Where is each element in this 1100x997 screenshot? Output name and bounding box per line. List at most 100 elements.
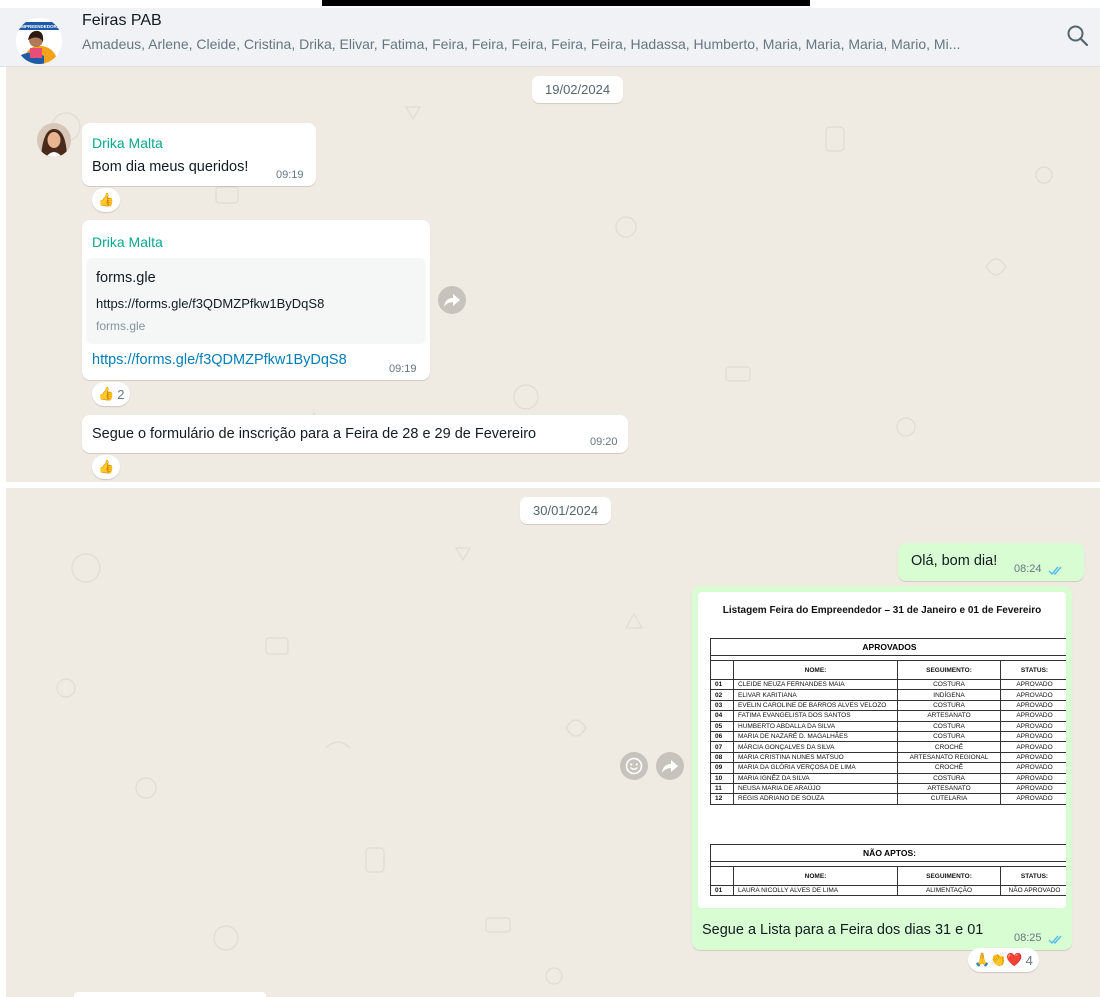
row-number: 12 [710,793,734,805]
approved-section-title: APROVADOS [710,638,1066,656]
row-name: FATIMA EVANGELISTA DOS SANTOS [733,710,898,722]
row-status: APROVADO [1000,699,1066,712]
row-segment: INDÍGENA [897,689,1001,701]
row-number: 08 [710,751,734,764]
chat-panel-2: 30/01/2024 Olá, bom dia! 08:24 Listagem … [6,488,1100,997]
table-row: 12 REGIS ADRIANO DE SOUZA CUTELARIA APROVAD… [710,793,1066,805]
row-status: APROVADO [1000,678,1066,691]
redacted-bar [322,0,810,6]
message-time: 08:25 [1014,932,1042,944]
image-message-bubble[interactable]: Listagem Feira do Empreendedor – 31 de J… [692,586,1072,950]
row-number: 07 [710,741,734,753]
row-status: APROVADO [1000,782,1066,795]
shared-document-image[interactable]: Listagem Feira do Empreendedor – 31 de J… [698,592,1066,908]
group-title[interactable]: Feiras PAB [82,12,162,30]
row-segment: COSTURA [897,730,1001,743]
sender-name[interactable]: Drika Malta [92,234,163,250]
message-bubble[interactable]: Drika Malta forms.gle https://forms.gle/… [82,220,430,380]
table-row: 09 MARIA DA GLÓRIA VERÇOSA DE LIMA CROCHÊ A… [710,762,1066,774]
row-name: NEUSA MARIA DE ARAÚJO [733,782,898,795]
row-segment: ARTESANATO [897,782,1001,795]
table-row: 06 MARIA DE NAZARÉ D. MAGALHÃES COSTURA APR… [710,730,1066,743]
link-preview[interactable]: forms.gle https://forms.gle/f3QDMZPfkw1B… [86,258,426,344]
row-status: APROVADO [1000,772,1066,784]
row-segment: COSTURA [897,678,1001,691]
document-title: Listagem Feira do Empreendedor – 31 de J… [722,605,1042,616]
row-segment: ALIMENTAÇÃO [897,884,1001,897]
message-time: 08:24 [1014,563,1042,575]
thumbs-up-icon: 👍 [98,192,115,207]
forward-icon[interactable] [438,286,466,314]
row-number: 06 [710,730,734,743]
reaction-badge[interactable]: 👍 2 [92,382,131,406]
not-approved-section-title: NÃO APTOS: [710,844,1066,862]
row-status: APROVADO [1000,741,1066,753]
read-receipt-icon [1048,932,1064,950]
emoji-reaction-icon[interactable] [620,752,648,780]
column-header: SEGUIMENTO: [897,866,1001,886]
row-number: 05 [710,720,734,732]
column-header: STATUS: [1000,866,1066,886]
group-avatar[interactable]: EMPREENDEDORE [16,18,62,64]
message-time: 09:20 [590,436,618,448]
column-header: NOME: [733,866,898,886]
column-header: NOME: [733,660,898,680]
message-text: Olá, bom dia! [911,553,998,569]
table-row: 10 MARIA IGNÊZ DA SILVA COSTURA APROVADO [710,772,1066,784]
row-segment: CROCHÊ [897,762,1001,774]
row-segment: COSTURA [897,699,1001,712]
reaction-count: 2 [117,386,125,402]
message-text: Bom dia meus queridos! [92,159,249,175]
row-number: 10 [710,772,734,784]
row-segment: COSTURA [897,772,1001,784]
link-preview-title: forms.gle [96,270,156,286]
column-header: SEGUIMENTO: [897,660,1001,680]
reaction-badge[interactable]: 🙏👏❤️ 4 [968,948,1039,972]
row-name: CLEIDE NEUZA FERNANDES MAIA [733,678,898,691]
avatar-logo-text: EMPREENDEDORE [18,24,60,29]
column-header: STATUS: [1000,660,1066,680]
table-row: 03 EVELIN CAROLINE DE BARROS ALVES VELOZO… [710,699,1066,712]
message-text: Segue o formulário de inscrição para a F… [92,426,537,442]
table-row: 05 HUMBERTO ABDALLA DA SILVA COSTURA APROVA… [710,720,1066,732]
row-name: MARIA DA GLÓRIA VERÇOSA DE LIMA [733,762,898,774]
row-status: NÃO APROVADO [1000,884,1066,897]
row-status: APROVADO [1000,730,1066,743]
reaction-badge[interactable]: 👍 [92,188,121,212]
image-caption: Segue a Lista para a Feira dos dias 31 e… [702,922,984,938]
row-status: APROVADO [1000,751,1066,764]
row-status: APROVADO [1000,793,1066,805]
table-row: 04 FATIMA EVANGELISTA DOS SANTOS ARTESANAT… [710,710,1066,722]
thumbs-up-icon: 👍 [98,459,115,474]
forward-icon[interactable] [656,752,684,780]
sender-avatar[interactable] [37,123,71,157]
row-number: 01 [710,678,734,691]
search-icon[interactable] [1064,22,1092,50]
row-number: 11 [710,782,734,795]
row-number: 04 [710,710,734,722]
message-bubble[interactable]: Drika Malta Bom dia meus queridos! 09:19 [82,123,316,186]
not-approved-table: NOME: SEGUIMENTO: STATUS: 01 LAURA NICOLL… [710,866,1066,897]
row-name: MARIA DE NAZARÉ D. MAGALHÃES [733,730,898,743]
group-members[interactable]: Amadeus, Arlene, Cleide, Cristina, Drika… [82,36,1032,52]
row-name: LAURA NICOLLY ALVES DE LIMA [733,884,898,897]
date-divider: 30/01/2024 [520,497,612,524]
message-bubble[interactable]: Segue o formulário de inscrição para a F… [82,415,628,453]
reaction-badge[interactable]: 👍 [92,455,121,479]
link-preview-description: https://forms.gle/f3QDMZPfkw1ByDqS8 [96,296,325,311]
table-row: 08 MARIA CRISTINA NUNES MATSUO ARTESANATO … [710,751,1066,764]
chat-header[interactable]: EMPREENDEDORE Feiras PAB Amadeus, Arlene… [0,8,1100,67]
sender-name[interactable]: Drika Malta [92,135,163,151]
thumbs-up-icon: 👍 [98,386,115,401]
message-time: 09:19 [389,363,417,375]
reaction-count: 4 [1025,952,1033,968]
message-link[interactable]: https://forms.gle/f3QDMZPfkw1ByDqS8 [92,352,347,368]
row-status: APROVADO [1000,720,1066,732]
message-bubble-outgoing[interactable]: Olá, bom dia! 08:24 [898,543,1084,581]
approved-table: NOME: SEGUIMENTO: STATUS: 01 CLEIDE NEUZA… [710,660,1066,805]
row-segment: CUTELARIA [897,793,1001,805]
table-row: 11 NEUSA MARIA DE ARAÚJO ARTESANATO APROVAD… [710,782,1066,795]
row-status: APROVADO [1000,689,1066,701]
top-bar [0,0,1100,8]
next-message-edge [74,992,266,997]
